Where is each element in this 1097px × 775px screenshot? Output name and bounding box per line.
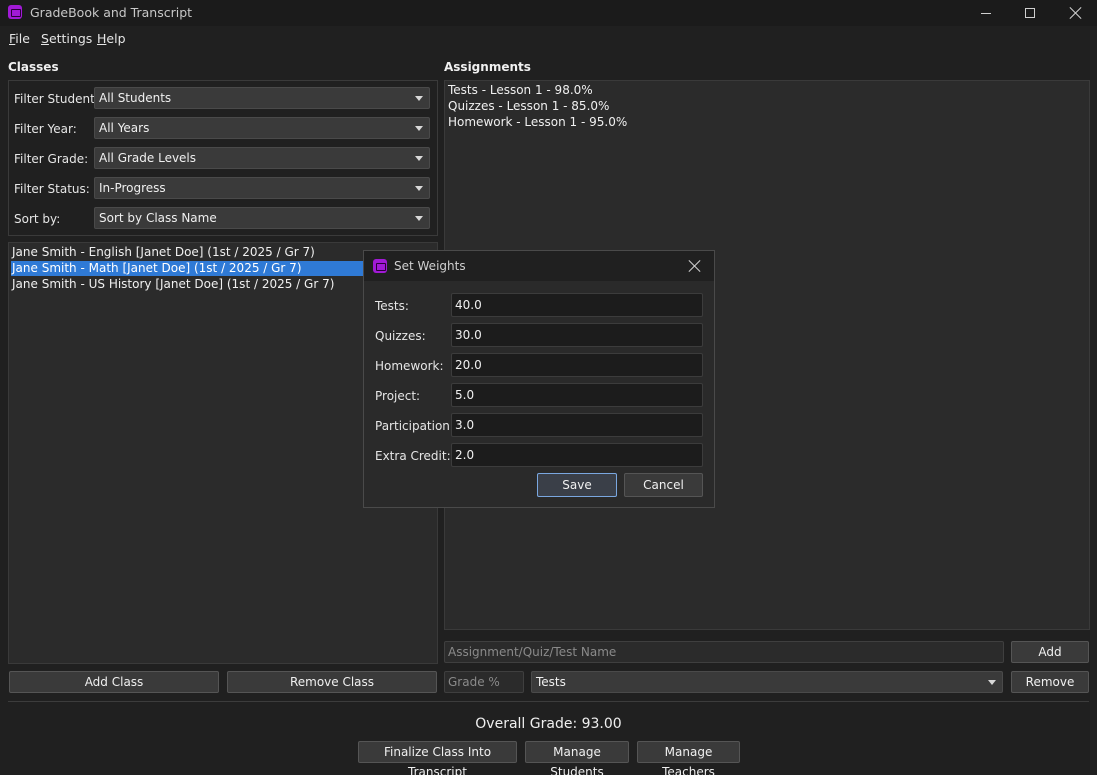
manage-teachers-button[interactable]: Manage Teachers <box>637 741 740 775</box>
class-list-item[interactable]: Jane Smith - US History [Janet Doe] (1st… <box>11 277 334 292</box>
add-assignment-button[interactable]: Add <box>1011 641 1089 663</box>
filter-status-label: Filter Status: <box>14 182 90 196</box>
remove-assignment-button[interactable]: Remove <box>1011 671 1089 693</box>
app-logo-icon <box>8 5 22 19</box>
dialog-close-button[interactable] <box>686 257 704 275</box>
cancel-button[interactable]: Cancel <box>624 473 703 497</box>
filter-year-value: All Years <box>99 121 150 135</box>
assignment-category-value: Tests <box>536 675 566 689</box>
homework-weight-label: Homework: <box>375 359 444 373</box>
assignment-list-item[interactable]: Quizzes - Lesson 1 - 85.0% <box>448 99 609 113</box>
chevron-down-icon <box>415 126 423 131</box>
homework-weight-input[interactable]: 20.0 <box>451 353 703 377</box>
title-bar: GradeBook and Transcript <box>0 0 1097 26</box>
filter-grade-select[interactable]: All Grade Levels <box>94 147 430 169</box>
extra-credit-weight-input[interactable]: 2.0 <box>451 443 703 467</box>
project-weight-input[interactable]: 5.0 <box>451 383 703 407</box>
filter-student-value: All Students <box>99 91 172 105</box>
assignments-heading: Assignments <box>444 60 531 74</box>
class-list-item[interactable]: Jane Smith - English [Janet Doe] (1st / … <box>11 245 315 260</box>
minimize-button[interactable] <box>963 0 1009 26</box>
chevron-down-icon <box>415 216 423 221</box>
classes-heading: Classes <box>8 60 59 74</box>
chevron-down-icon <box>415 186 423 191</box>
dialog-title: Set Weights <box>394 259 466 273</box>
app-logo-icon <box>373 259 387 273</box>
remove-class-button[interactable]: Remove Class <box>227 671 437 693</box>
close-icon <box>1070 7 1082 19</box>
filter-grade-value: All Grade Levels <box>99 151 197 165</box>
save-button[interactable]: Save <box>537 473 617 497</box>
chevron-down-icon <box>415 96 423 101</box>
dialog-title-bar: Set Weights <box>364 251 714 281</box>
assignment-name-input[interactable]: Assignment/Quiz/Test Name <box>444 641 1004 663</box>
chevron-down-icon <box>988 680 996 685</box>
quizzes-weight-input[interactable]: 30.0 <box>451 323 703 347</box>
overall-grade-text: Overall Grade: 93.00 <box>475 716 622 732</box>
filter-student-select[interactable]: All Students <box>94 87 430 109</box>
manage-students-button[interactable]: Manage Students <box>525 741 629 775</box>
maximize-button[interactable] <box>1007 0 1053 26</box>
tests-weight-label: Tests: <box>375 299 409 313</box>
filter-status-select[interactable]: In-Progress <box>94 177 430 199</box>
extra-credit-weight-label: Extra Credit: <box>375 449 451 463</box>
project-weight-label: Project: <box>375 389 421 403</box>
filter-student-label: Filter Student: <box>14 92 99 106</box>
sort-by-select[interactable]: Sort by Class Name <box>94 207 430 229</box>
filter-status-value: In-Progress <box>99 181 166 195</box>
menu-settings[interactable]: Settings <box>41 31 92 46</box>
menu-file[interactable]: File <box>9 31 30 46</box>
filter-year-label: Filter Year: <box>14 122 77 136</box>
grade-percent-input[interactable]: Grade % <box>444 671 524 693</box>
assignment-list-item[interactable]: Homework - Lesson 1 - 95.0% <box>448 115 627 129</box>
close-icon <box>689 260 701 272</box>
sort-by-label: Sort by: <box>14 212 61 226</box>
maximize-icon <box>1025 8 1035 18</box>
quizzes-weight-label: Quizzes: <box>375 329 426 343</box>
divider <box>8 701 1089 702</box>
finalize-class-button[interactable]: Finalize Class Into Transcript <box>358 741 517 775</box>
close-window-button[interactable] <box>1053 0 1097 26</box>
set-weights-dialog: Set Weights Tests: 40.0 Quizzes: 30.0 Ho… <box>363 250 715 508</box>
filter-year-select[interactable]: All Years <box>94 117 430 139</box>
assignment-list-item[interactable]: Tests - Lesson 1 - 98.0% <box>448 83 593 97</box>
participation-weight-input[interactable]: 3.0 <box>451 413 703 437</box>
assignment-category-select[interactable]: Tests <box>531 671 1003 693</box>
participation-weight-label: Participation: <box>375 419 454 433</box>
menu-help[interactable]: Help <box>97 31 126 46</box>
tests-weight-input[interactable]: 40.0 <box>451 293 703 317</box>
add-class-button[interactable]: Add Class <box>9 671 219 693</box>
minimize-icon <box>981 12 991 14</box>
chevron-down-icon <box>415 156 423 161</box>
sort-by-value: Sort by Class Name <box>99 211 217 225</box>
window-title: GradeBook and Transcript <box>30 5 193 20</box>
filter-grade-label: Filter Grade: <box>14 152 89 166</box>
